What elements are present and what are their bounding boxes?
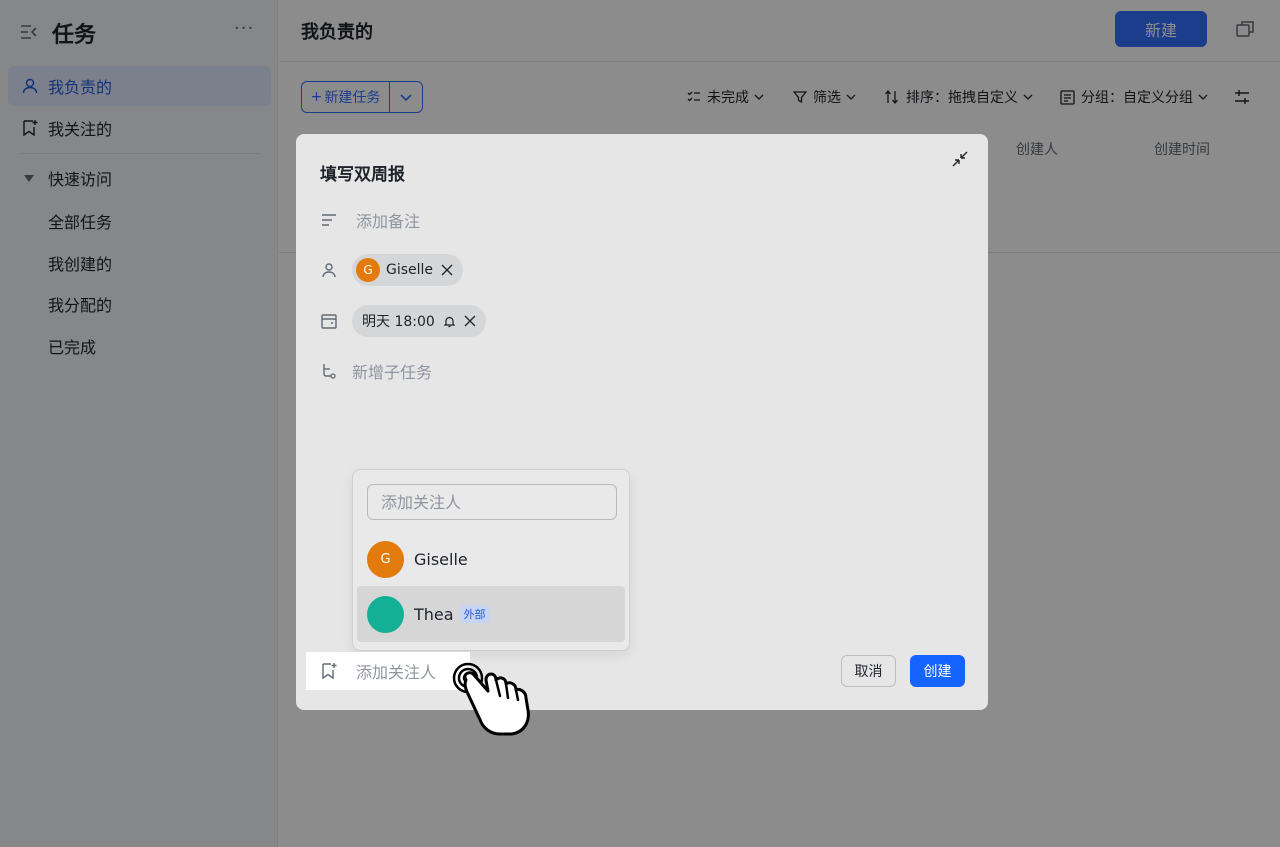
task-title[interactable]: 填写双周报: [320, 160, 405, 185]
bell-icon[interactable]: [443, 315, 456, 328]
pointer-hand-icon: [452, 662, 530, 736]
avatar: [367, 595, 404, 633]
follower-option[interactable]: G Giselle: [357, 531, 625, 587]
note-row[interactable]: 添加备注: [320, 204, 420, 236]
add-follower-label: 添加关注人: [356, 663, 437, 682]
note-placeholder: 添加备注: [356, 212, 421, 231]
assignee-name: Giselle: [386, 262, 434, 278]
subtask-icon: [320, 362, 338, 380]
avatar: G: [356, 258, 380, 282]
avatar: G: [367, 540, 404, 578]
due-date-chip[interactable]: 明天 18:00: [352, 305, 486, 337]
create-button[interactable]: 创建: [910, 655, 965, 687]
follower-search-input[interactable]: [367, 484, 617, 520]
subtask-placeholder: 新增子任务: [352, 363, 433, 382]
text-lines-icon: [320, 211, 338, 229]
bookmark-icon: [320, 662, 338, 680]
follower-option[interactable]: Thea 外部: [357, 586, 625, 642]
close-icon[interactable]: [441, 264, 453, 276]
assignee-chip[interactable]: G Giselle: [352, 254, 464, 286]
minimize-icon[interactable]: [951, 150, 969, 168]
calendar-icon: [320, 312, 338, 330]
follower-option-name: Thea: [414, 604, 454, 624]
follower-option-name: Giselle: [414, 549, 468, 569]
due-date-row: 明天 18:00: [320, 305, 486, 337]
create-task-dialog: 填写双周报 添加备注 G Giselle 明天 18:00 新增子任务 G: [296, 134, 988, 710]
user-icon: [320, 261, 338, 279]
cancel-button[interactable]: 取消: [841, 655, 896, 687]
external-badge: 外部: [459, 605, 490, 623]
subtask-row[interactable]: 新增子任务: [320, 355, 432, 387]
close-icon[interactable]: [464, 315, 476, 327]
due-date-value: 明天 18:00: [362, 314, 435, 330]
assignee-row: G Giselle: [320, 254, 464, 286]
follower-dropdown: G Giselle Thea 外部: [352, 469, 630, 651]
